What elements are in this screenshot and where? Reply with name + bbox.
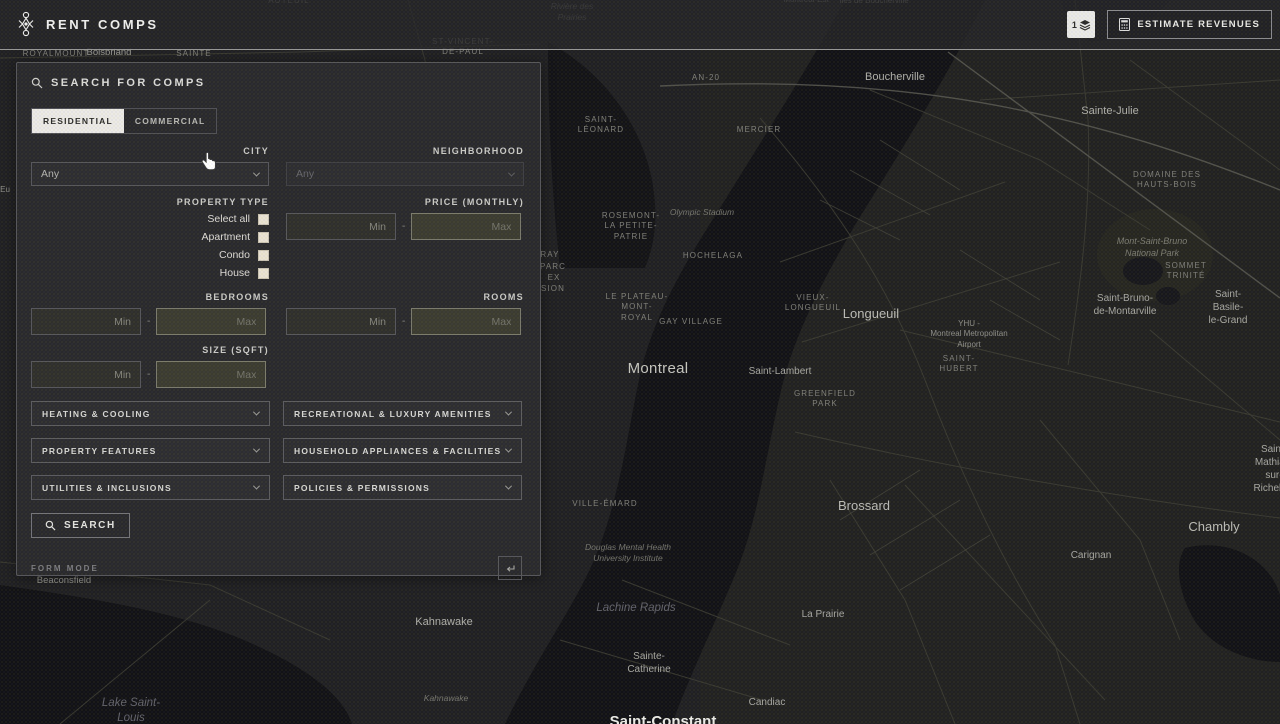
neighborhood-field: NEIGHBORHOOD Any [286, 146, 524, 186]
accordion-section[interactable]: RECREATIONAL & LUXURY AMENITIES [283, 401, 522, 426]
layers-count: 1 [1072, 20, 1077, 30]
property-type-option[interactable]: House [220, 267, 269, 279]
chevron-down-icon [505, 483, 512, 490]
price-min-input[interactable] [286, 213, 396, 240]
accordion-section[interactable]: POLICIES & PERMISSIONS [283, 475, 522, 500]
size-label: SIZE (SQFT) [31, 345, 269, 355]
app-title: RENT COMPS [46, 17, 159, 32]
property-type-label: PROPERTY TYPE [31, 197, 269, 207]
layers-button[interactable]: 1 [1067, 11, 1095, 38]
rooms-min-input[interactable] [286, 308, 396, 335]
neighborhood-label: NEIGHBORHOOD [286, 146, 524, 156]
property-type-option[interactable]: Condo [219, 249, 269, 261]
bedrooms-label: BEDROOMS [31, 292, 269, 302]
bedrooms-max-input[interactable] [156, 308, 266, 335]
rooms-max-input[interactable] [411, 308, 521, 335]
calculator-icon [1119, 18, 1130, 31]
accordion-section[interactable]: HOUSEHOLD APPLIANCES & FACILITIES [283, 438, 522, 463]
rooms-field: ROOMS - [286, 292, 524, 335]
size-max-input[interactable] [156, 361, 266, 388]
return-arrow-icon [505, 563, 516, 574]
accordion-section[interactable]: UTILITIES & INCLUSIONS [31, 475, 270, 500]
property-type-options: Select all Apartment Condo House [31, 213, 269, 279]
neighborhood-select: Any [286, 162, 524, 186]
city-label: CITY [31, 146, 269, 156]
property-type-field: PROPERTY TYPE Select all Apartment Condo [31, 197, 269, 279]
panel-title: SEARCH FOR COMPS [31, 77, 522, 89]
price-label: PRICE (MONTHLY) [286, 197, 524, 207]
panel-footer: FORM MODE [31, 556, 522, 580]
panel-title-text: SEARCH FOR COMPS [51, 77, 206, 89]
range-dash: - [402, 316, 405, 327]
property-type-option[interactable]: Apartment [202, 231, 269, 243]
range-dash: - [402, 221, 405, 232]
search-for-comps-panel: SEARCH FOR COMPS RESIDENTIALCOMMERCIAL C… [16, 62, 541, 576]
rent-comps-logo-icon [16, 11, 36, 38]
city-field: CITY Any [31, 146, 269, 186]
layers-icon [1079, 19, 1091, 31]
city-select-value: Any [41, 168, 59, 180]
property-category-tabs: RESIDENTIALCOMMERCIAL [31, 108, 217, 134]
chevron-down-icon [253, 169, 260, 176]
chevron-down-icon [253, 446, 260, 453]
header-actions: 1 ESTIMATE REVENUES [1067, 10, 1272, 39]
top-bar: RENT COMPS 1 ESTIMATE REVENUES [0, 0, 1280, 50]
search-button-label: SEARCH [64, 520, 116, 531]
checkbox[interactable] [258, 268, 269, 279]
chevron-down-icon [508, 169, 515, 176]
range-dash: - [147, 369, 150, 380]
brand: RENT COMPS [16, 11, 159, 38]
accordion-section[interactable]: PROPERTY FEATURES [31, 438, 270, 463]
app-window: AUTEUILRivière des PrairiesMontréal-EstÎ… [0, 0, 1280, 724]
neighborhood-select-value: Any [296, 168, 314, 180]
checkbox[interactable] [258, 214, 269, 225]
map-park [1097, 209, 1213, 301]
checkbox[interactable] [258, 250, 269, 261]
search-button[interactable]: SEARCH [31, 513, 130, 538]
accordion-section[interactable]: HEATING & COOLING [31, 401, 270, 426]
size-min-input[interactable] [31, 361, 141, 388]
checkbox[interactable] [258, 232, 269, 243]
range-dash: - [147, 316, 150, 327]
search-icon [31, 77, 43, 89]
chevron-down-icon [253, 409, 260, 416]
category-tab[interactable]: COMMERCIAL [124, 109, 217, 133]
category-tab[interactable]: RESIDENTIAL [32, 109, 124, 133]
form-mode-label: FORM MODE [31, 564, 99, 573]
chevron-down-icon [253, 483, 260, 490]
price-field: PRICE (MONTHLY) - [286, 197, 524, 279]
chevron-down-icon [505, 446, 512, 453]
rooms-label: ROOMS [286, 292, 524, 302]
search-icon [45, 520, 56, 531]
property-type-option[interactable]: Select all [207, 213, 269, 225]
size-field: SIZE (SQFT) - [31, 345, 269, 388]
bedrooms-field: BEDROOMS - [31, 292, 269, 335]
filter-accordions: HEATING & COOLING RECREATIONAL & LUXURY … [31, 401, 522, 500]
estimate-revenues-button[interactable]: ESTIMATE REVENUES [1107, 10, 1272, 39]
price-max-input[interactable] [411, 213, 521, 240]
bedrooms-min-input[interactable] [31, 308, 141, 335]
estimate-revenues-label: ESTIMATE REVENUES [1137, 19, 1260, 30]
form-mode-toggle-button[interactable] [498, 556, 522, 580]
chevron-down-icon [505, 409, 512, 416]
city-select[interactable]: Any [31, 162, 269, 186]
